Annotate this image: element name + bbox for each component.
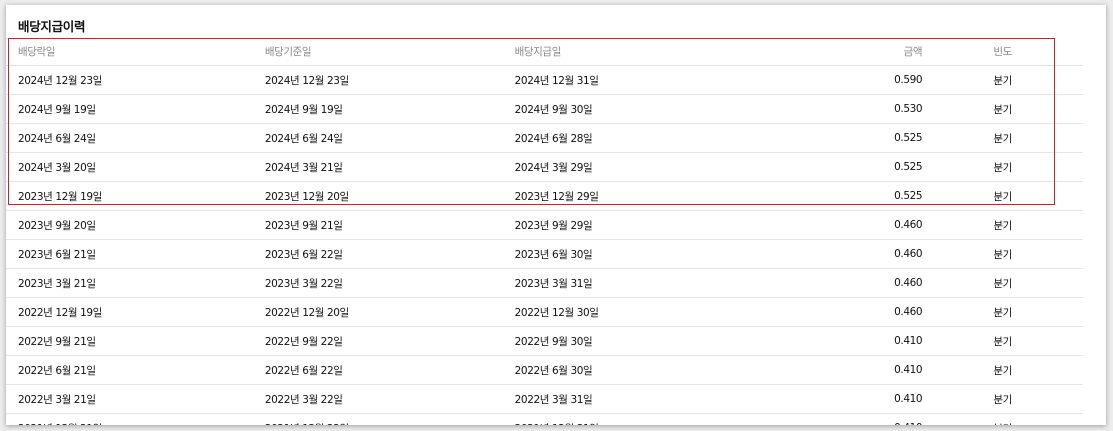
section-title: 배당지급이력 xyxy=(18,19,86,34)
column-header-frequency[interactable]: 빈도 xyxy=(922,38,1083,66)
ex-dividend-date: 2023년 9월 20일 xyxy=(6,210,265,240)
amount: 0.460 xyxy=(853,268,923,298)
ex-dividend-date: 2024년 12월 23일 xyxy=(6,65,265,95)
payment-date: 2022년 6월 30일 xyxy=(514,355,854,385)
frequency: 분기 xyxy=(922,123,1083,153)
ex-dividend-date: 2021년 12월 21일 xyxy=(6,413,265,425)
record-date: 2024년 12월 23일 xyxy=(264,65,515,95)
payment-date: 2023년 3월 31일 xyxy=(514,268,854,298)
frequency: 분기 xyxy=(922,413,1083,425)
ex-dividend-date: 2024년 6월 24일 xyxy=(6,123,265,153)
payment-date: 2022년 9월 30일 xyxy=(514,326,854,356)
table-row: 2023년 12월 19일 2023년 12월 20일 2023년 12월 29일 0… xyxy=(6,181,1083,211)
amount: 0.460 xyxy=(853,297,923,327)
ex-dividend-date: 2023년 6월 21일 xyxy=(6,239,265,269)
amount: 0.530 xyxy=(853,94,923,124)
column-header-ex-dividend-date[interactable]: 배당락일 xyxy=(6,38,265,66)
ex-dividend-date: 2024년 3월 20일 xyxy=(6,152,265,182)
frequency: 분기 xyxy=(922,384,1083,414)
record-date: 2022년 6월 22일 xyxy=(264,355,515,385)
table-row: 2022년 3월 21일 2022년 3월 22일 2022년 3월 31일 0.41… xyxy=(6,384,1083,414)
amount: 0.590 xyxy=(853,65,923,95)
amount: 0.460 xyxy=(853,210,923,240)
record-date: 2023년 3월 22일 xyxy=(264,268,515,298)
table-row: 2022년 9월 21일 2022년 9월 22일 2022년 9월 30일 0.41… xyxy=(6,326,1083,356)
frequency: 분기 xyxy=(922,326,1083,356)
table-row: 2021년 12월 21일2021년 12월 22일2021년 12월 31일0… xyxy=(6,413,1083,425)
payment-date: 2022년 12월 30일 xyxy=(514,297,854,327)
table-row: 2023년 6월 21일 2023년 6월 22일 2023년 6월 30일 0.46… xyxy=(6,239,1083,269)
ex-dividend-date: 2022년 3월 21일 xyxy=(6,384,265,414)
ex-dividend-date: 2023년 3월 21일 xyxy=(6,268,265,298)
payment-date: 2021년 12월 31일 xyxy=(514,413,854,425)
ex-dividend-date: 2024년 9월 19일 xyxy=(6,94,265,124)
amount: 0.525 xyxy=(853,181,923,211)
frequency: 분기 xyxy=(922,239,1083,269)
frequency: 분기 xyxy=(922,65,1083,95)
table-row: 2024년 3월 20일 2024년 3월 21일 2024년 3월 29일 0.52… xyxy=(6,152,1083,182)
amount: 0.410 xyxy=(853,413,923,425)
table-row: 2024년 12월 23일 2024년 12월 23일 2024년 12월 31일 0… xyxy=(6,65,1083,95)
table-row: 2022년 12월 19일 2022년 12월 20일 2022년 12월 30일 0… xyxy=(6,297,1083,327)
column-header-record-date[interactable]: 배당기준일 xyxy=(264,38,515,66)
frequency: 분기 xyxy=(922,268,1083,298)
payment-date: 2024년 3월 29일 xyxy=(514,152,854,182)
payment-date: 2024년 9월 30일 xyxy=(514,94,854,124)
record-date: 2021년 12월 22일 xyxy=(264,413,515,425)
frequency: 분기 xyxy=(922,181,1083,211)
amount: 0.525 xyxy=(853,152,923,182)
ex-dividend-date: 2022년 6월 21일 xyxy=(6,355,265,385)
amount: 0.525 xyxy=(853,123,923,153)
column-header-payment-date[interactable]: 배당지급일 xyxy=(514,38,854,66)
ex-dividend-date: 2022년 9월 21일 xyxy=(6,326,265,356)
payment-date: 2022년 3월 31일 xyxy=(514,384,854,414)
table-row: 2023년 3월 21일 2023년 3월 22일 2023년 3월 31일 0.46… xyxy=(6,268,1083,298)
dividend-history-table: 배당락일 배당기준일 배당지급일 금액 빈도 2024년 12월 23일 2024… xyxy=(6,38,1083,425)
payment-date: 2023년 12월 29일 xyxy=(514,181,854,211)
record-date: 2024년 6월 24일 xyxy=(264,123,515,153)
record-date: 2024년 9월 19일 xyxy=(264,94,515,124)
frequency: 분기 xyxy=(922,152,1083,182)
table-row: 2022년 6월 21일 2022년 6월 22일 2022년 6월 30일 0.41… xyxy=(6,355,1083,385)
frequency: 분기 xyxy=(922,210,1083,240)
ex-dividend-date: 2023년 12월 19일 xyxy=(6,181,265,211)
table-row: 2024년 9월 19일 2024년 9월 19일 2024년 9월 30일 0.53… xyxy=(6,94,1083,124)
frequency: 분기 xyxy=(922,94,1083,124)
column-header-amount[interactable]: 금액 xyxy=(853,38,923,66)
record-date: 2022년 12월 20일 xyxy=(264,297,515,327)
table-row: 2023년 9월 20일 2023년 9월 21일 2023년 9월 29일 0.46… xyxy=(6,210,1083,240)
record-date: 2023년 6월 22일 xyxy=(264,239,515,269)
frequency: 분기 xyxy=(922,355,1083,385)
payment-date: 2024년 12월 31일 xyxy=(514,65,854,95)
amount: 0.410 xyxy=(853,384,923,414)
record-date: 2023년 12월 20일 xyxy=(264,181,515,211)
record-date: 2023년 9월 21일 xyxy=(264,210,515,240)
table-header-row: 배당락일 배당기준일 배당지급일 금액 빈도 xyxy=(6,38,1083,66)
table-row: 2024년 6월 24일 2024년 6월 24일 2024년 6월 28일 0.52… xyxy=(6,123,1083,153)
payment-date: 2024년 6월 28일 xyxy=(514,123,854,153)
record-date: 2024년 3월 21일 xyxy=(264,152,515,182)
record-date: 2022년 3월 22일 xyxy=(264,384,515,414)
amount: 0.460 xyxy=(853,239,923,269)
payment-date: 2023년 9월 29일 xyxy=(514,210,854,240)
amount: 0.410 xyxy=(853,355,923,385)
dividend-history-card: 배당지급이력 배당락일 배당기준일 배당지급일 금액 빈도 2024년 12월 … xyxy=(6,5,1106,425)
amount: 0.410 xyxy=(853,326,923,356)
ex-dividend-date: 2022년 12월 19일 xyxy=(6,297,265,327)
record-date: 2022년 9월 22일 xyxy=(264,326,515,356)
frequency: 분기 xyxy=(922,297,1083,327)
payment-date: 2023년 6월 30일 xyxy=(514,239,854,269)
